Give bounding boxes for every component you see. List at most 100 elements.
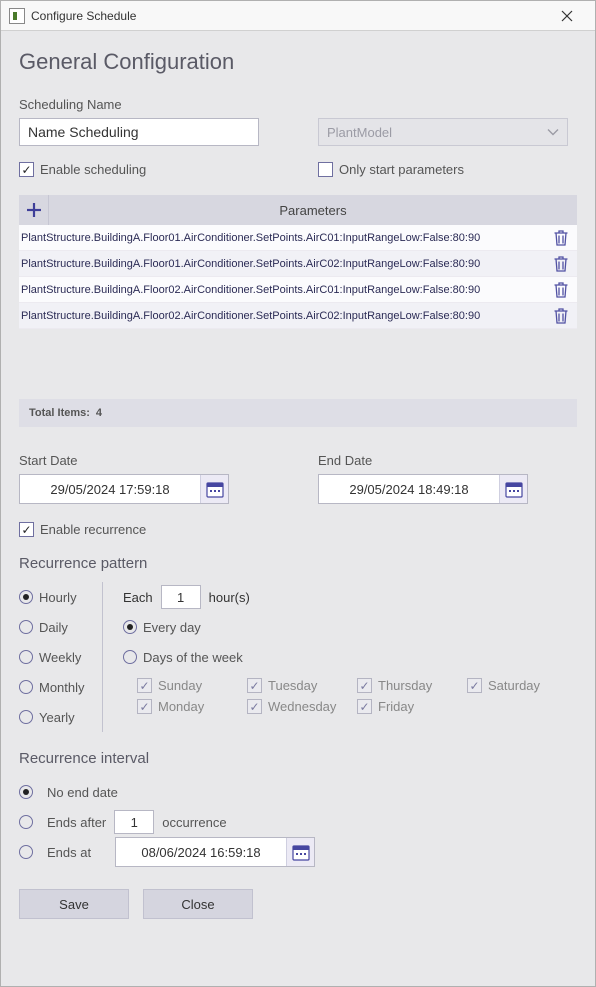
end-date-picker-button[interactable] bbox=[499, 475, 527, 503]
every-day-label: Every day bbox=[143, 620, 201, 635]
end-date-input[interactable]: 29/05/2024 18:49:18 bbox=[318, 474, 528, 504]
end-date-value: 29/05/2024 18:49:18 bbox=[319, 482, 499, 497]
radio-icon bbox=[123, 620, 137, 634]
parameter-text: PlantStructure.BuildingA.Floor02.AirCond… bbox=[21, 310, 551, 322]
only-start-parameters-checkbox[interactable] bbox=[318, 162, 333, 177]
calendar-icon bbox=[505, 480, 523, 498]
days-of-week-option[interactable]: Days of the week bbox=[123, 642, 577, 672]
total-items-label: Total Items: bbox=[29, 407, 90, 419]
recur-option-hourly-label: Hourly bbox=[39, 590, 77, 605]
ends-at-date-input[interactable]: 08/06/2024 16:59:18 bbox=[115, 837, 315, 867]
trash-icon bbox=[554, 256, 568, 272]
scheduling-name-input[interactable] bbox=[19, 118, 259, 146]
page-title: General Configuration bbox=[19, 49, 577, 75]
radio-icon bbox=[19, 710, 33, 724]
recur-option-daily-label: Daily bbox=[39, 620, 68, 635]
end-date-label: End Date bbox=[318, 453, 577, 468]
ends-after-input[interactable]: 1 bbox=[114, 810, 154, 834]
recur-option-weekly[interactable]: Weekly bbox=[19, 642, 88, 672]
ends-after-suffix: occurrence bbox=[162, 815, 226, 830]
each-label-pre: Each bbox=[123, 590, 153, 605]
each-hours-input[interactable]: 1 bbox=[161, 585, 201, 609]
day-monday-label: Monday bbox=[158, 699, 204, 714]
start-date-input[interactable]: 29/05/2024 17:59:18 bbox=[19, 474, 229, 504]
interval-ends-after[interactable]: Ends after 1 occurrence bbox=[19, 807, 577, 837]
radio-icon bbox=[19, 845, 33, 859]
only-start-parameters-label: Only start parameters bbox=[339, 162, 464, 177]
trash-icon bbox=[554, 230, 568, 246]
recurrence-interval-title: Recurrence interval bbox=[19, 750, 577, 767]
close-button[interactable]: Close bbox=[143, 889, 253, 919]
day-monday-checkbox bbox=[137, 699, 152, 714]
scheduling-name-label: Scheduling Name bbox=[19, 97, 278, 112]
recur-option-yearly[interactable]: Yearly bbox=[19, 702, 88, 732]
enable-scheduling-label: Enable scheduling bbox=[40, 162, 146, 177]
calendar-icon bbox=[292, 843, 310, 861]
recur-option-weekly-label: Weekly bbox=[39, 650, 81, 665]
delete-parameter-button[interactable] bbox=[551, 228, 571, 248]
each-label-post: hour(s) bbox=[209, 590, 250, 605]
close-icon bbox=[561, 10, 573, 22]
chevron-down-icon bbox=[547, 125, 559, 140]
delete-parameter-button[interactable] bbox=[551, 254, 571, 274]
start-date-label: Start Date bbox=[19, 453, 278, 468]
days-of-week-label: Days of the week bbox=[143, 650, 243, 665]
enable-recurrence-label: Enable recurrence bbox=[40, 522, 146, 537]
window-title: Configure Schedule bbox=[31, 9, 547, 23]
radio-icon bbox=[19, 620, 33, 634]
parameter-text: PlantStructure.BuildingA.Floor02.AirCond… bbox=[21, 284, 551, 296]
day-friday-label: Friday bbox=[378, 699, 414, 714]
interval-no-end-date[interactable]: No end date bbox=[19, 777, 577, 807]
parameter-row[interactable]: PlantStructure.BuildingA.Floor01.AirCond… bbox=[19, 225, 577, 251]
parameter-text: PlantStructure.BuildingA.Floor01.AirCond… bbox=[21, 258, 551, 270]
recur-option-monthly[interactable]: Monthly bbox=[19, 672, 88, 702]
day-sunday-checkbox bbox=[137, 678, 152, 693]
no-end-date-label: No end date bbox=[47, 785, 118, 800]
recur-option-hourly[interactable]: Hourly bbox=[19, 582, 88, 612]
dialog-content: General Configuration Scheduling Name Pl… bbox=[1, 31, 595, 986]
day-friday-checkbox bbox=[357, 699, 372, 714]
parameter-row[interactable]: PlantStructure.BuildingA.Floor01.AirCond… bbox=[19, 251, 577, 277]
recur-option-daily[interactable]: Daily bbox=[19, 612, 88, 642]
add-parameter-button[interactable] bbox=[19, 195, 49, 225]
app-icon bbox=[9, 8, 25, 24]
ends-at-picker-button[interactable] bbox=[286, 838, 314, 866]
interval-ends-at[interactable]: Ends at 08/06/2024 16:59:18 bbox=[19, 837, 577, 867]
start-date-value: 29/05/2024 17:59:18 bbox=[20, 482, 200, 497]
day-saturday-label: Saturday bbox=[488, 678, 540, 693]
recur-option-yearly-label: Yearly bbox=[39, 710, 75, 725]
radio-icon bbox=[123, 650, 137, 664]
ends-after-label: Ends after bbox=[47, 815, 106, 830]
plus-icon bbox=[26, 202, 42, 218]
day-tuesday-label: Tuesday bbox=[268, 678, 317, 693]
day-wednesday-label: Wednesday bbox=[268, 699, 336, 714]
dialog-window: Configure Schedule General Configuration… bbox=[0, 0, 596, 987]
calendar-icon bbox=[206, 480, 224, 498]
every-day-option[interactable]: Every day bbox=[123, 612, 577, 642]
recurrence-pattern-title: Recurrence pattern bbox=[19, 555, 577, 572]
parameter-row[interactable]: PlantStructure.BuildingA.Floor02.AirCond… bbox=[19, 277, 577, 303]
total-items-value: 4 bbox=[96, 407, 102, 419]
titlebar: Configure Schedule bbox=[1, 1, 595, 31]
save-button[interactable]: Save bbox=[19, 889, 129, 919]
day-sunday-label: Sunday bbox=[158, 678, 202, 693]
day-thursday-checkbox bbox=[357, 678, 372, 693]
enable-recurrence-checkbox[interactable] bbox=[19, 522, 34, 537]
window-close-button[interactable] bbox=[547, 1, 587, 31]
trash-icon bbox=[554, 308, 568, 324]
delete-parameter-button[interactable] bbox=[551, 280, 571, 300]
parameter-text: PlantStructure.BuildingA.Floor01.AirCond… bbox=[21, 232, 551, 244]
total-items-bar: Total Items: 4 bbox=[19, 399, 577, 427]
radio-icon bbox=[19, 650, 33, 664]
start-date-picker-button[interactable] bbox=[200, 475, 228, 503]
ends-at-label: Ends at bbox=[47, 845, 107, 860]
trash-icon bbox=[554, 282, 568, 298]
radio-icon bbox=[19, 680, 33, 694]
delete-parameter-button[interactable] bbox=[551, 306, 571, 326]
enable-scheduling-checkbox[interactable] bbox=[19, 162, 34, 177]
day-thursday-label: Thursday bbox=[378, 678, 432, 693]
parameter-row[interactable]: PlantStructure.BuildingA.Floor02.AirCond… bbox=[19, 303, 577, 329]
day-tuesday-checkbox bbox=[247, 678, 262, 693]
day-saturday-checkbox bbox=[467, 678, 482, 693]
parameters-header: Parameters bbox=[19, 195, 577, 225]
